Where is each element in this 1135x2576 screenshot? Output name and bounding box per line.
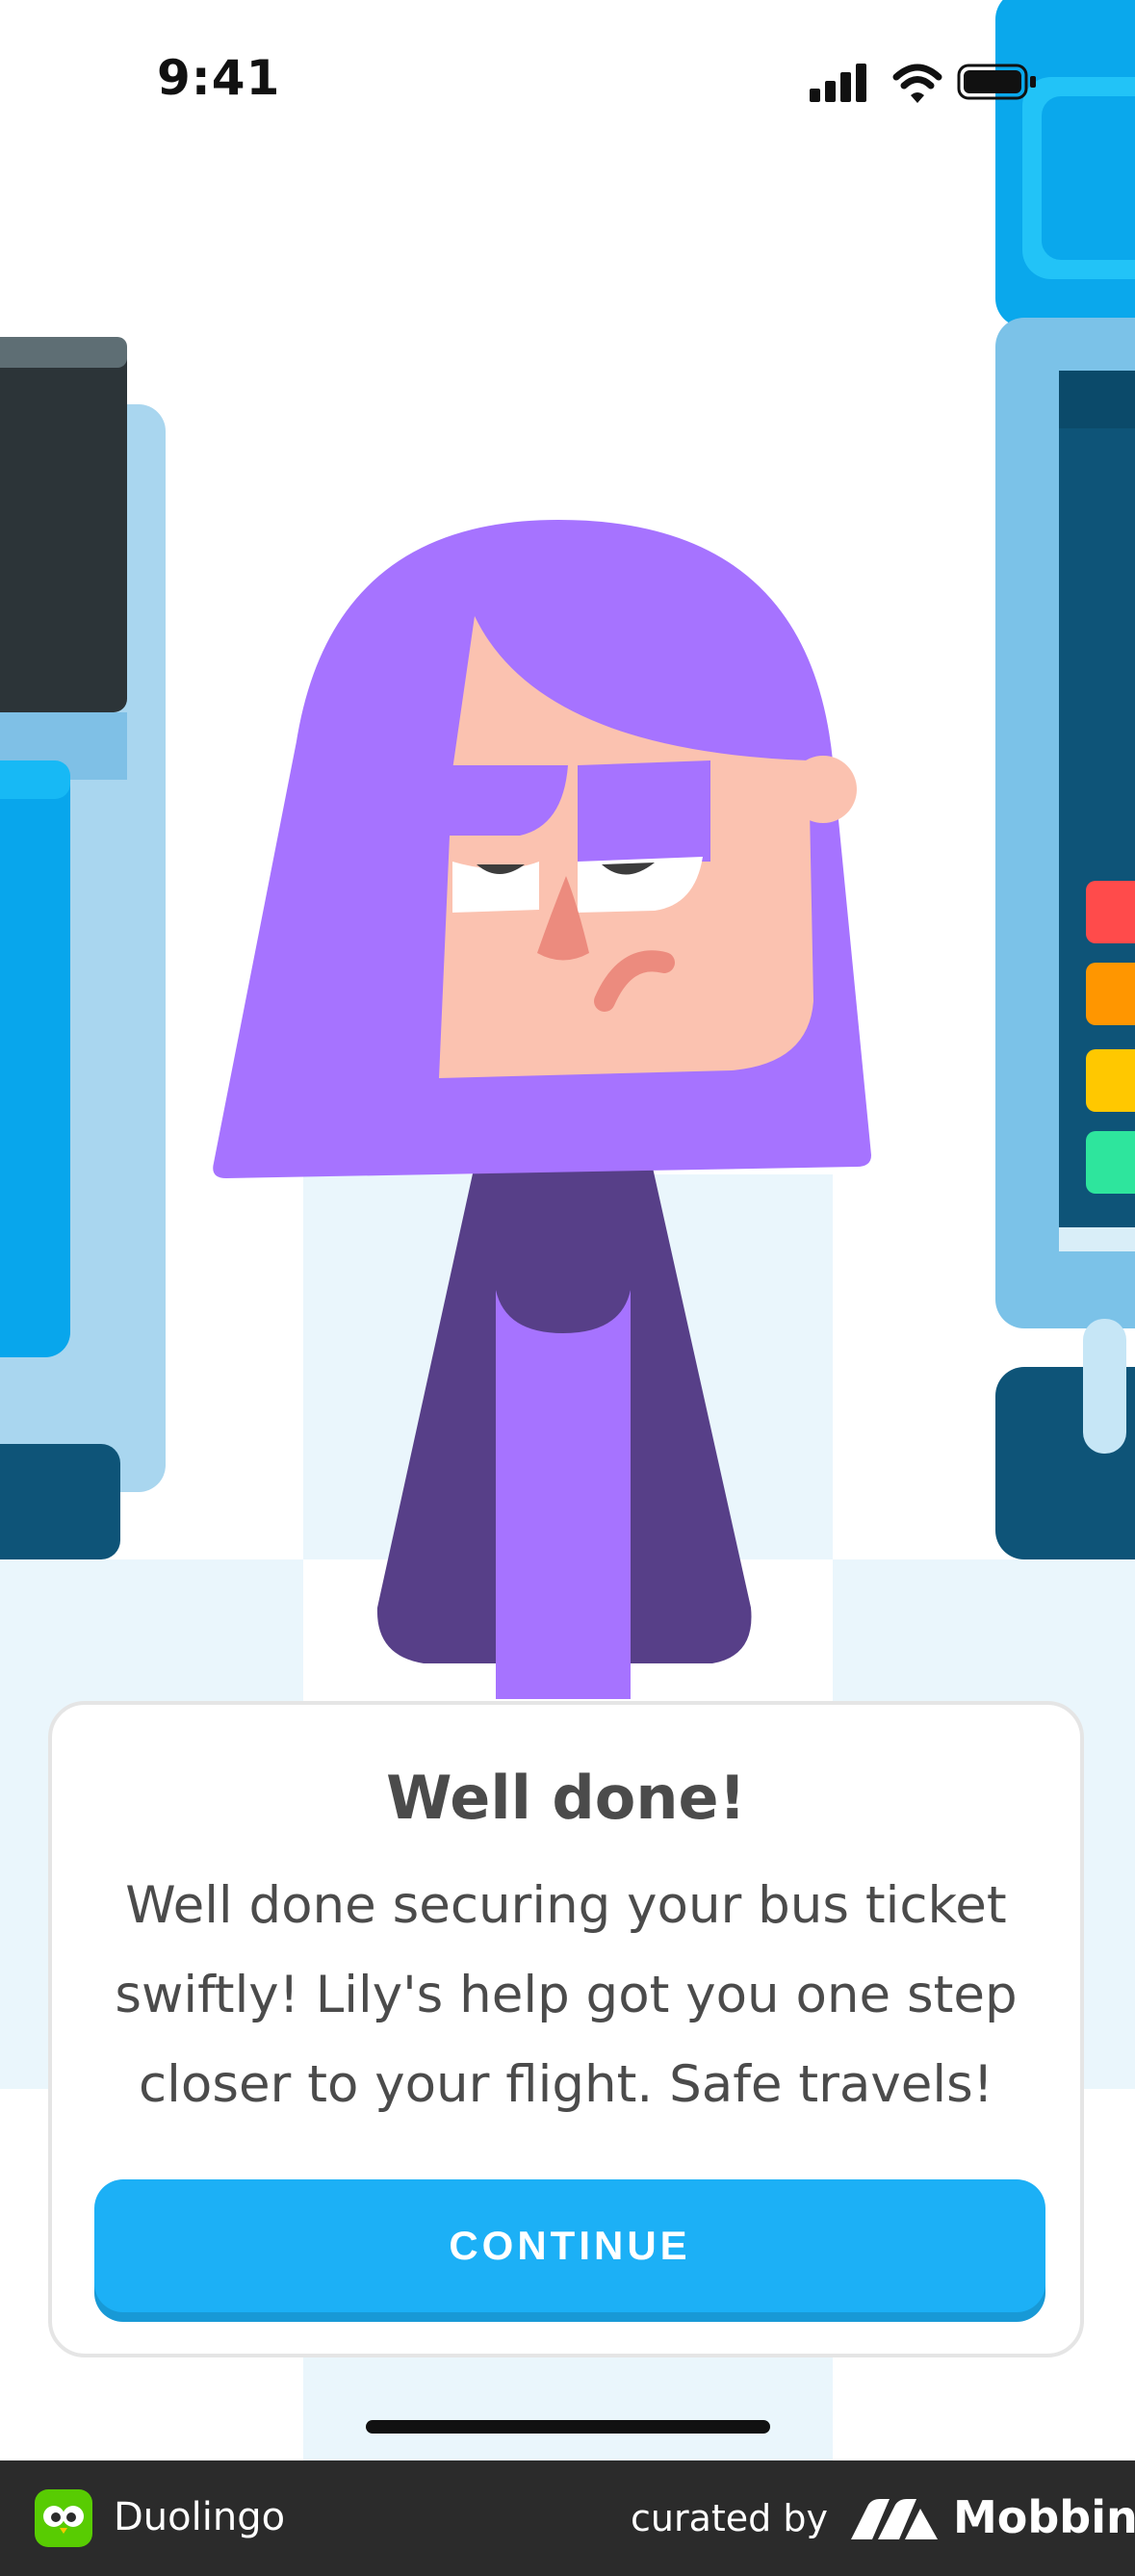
completion-dialog: Well done! Well done securing your bus t… [48, 1701, 1084, 2357]
continue-button-label: CONTINUE [449, 2223, 691, 2268]
footer-curated-label: curated by [631, 2497, 828, 2539]
battery-icon [957, 64, 1036, 100]
status-time: 9:41 [157, 50, 281, 106]
home-indicator [366, 2420, 770, 2434]
wifi-icon [892, 64, 942, 103]
mobbin-logo-icon [851, 2499, 938, 2539]
dialog-message: Well done securing your bus ticket swift… [115, 1876, 1018, 2114]
status-icons [810, 60, 1041, 108]
cellular-signal-icon [810, 64, 866, 102]
footer-bar: Duolingo curated by Mobbin [0, 2460, 1135, 2576]
duolingo-logo-icon [35, 2489, 92, 2547]
continue-button[interactable]: CONTINUE [94, 2179, 1045, 2312]
dialog-title: Well done! [386, 1763, 746, 1833]
footer-app-name: Duolingo [114, 2495, 286, 2539]
footer-brand-name: Mobbin [953, 2491, 1135, 2543]
